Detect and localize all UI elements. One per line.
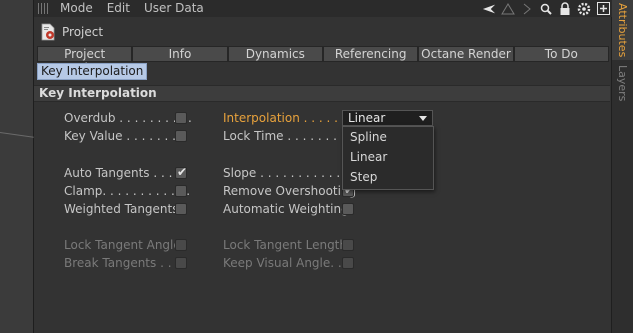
viewport-edge[interactable]	[0, 0, 34, 333]
side-tab-attributes-label: Attributes	[616, 2, 629, 58]
lock-icon[interactable]	[558, 1, 572, 16]
project-header: Project	[34, 20, 103, 44]
field-clamp: Clamp. . . . . . . . . . . .	[64, 183, 190, 199]
side-tab-strip: Attributes Layers	[612, 0, 633, 333]
field-key-value: Key Value . . . . . . . .	[64, 128, 184, 144]
menu-mode[interactable]: Mode	[60, 0, 93, 17]
side-tab-layers-label: Layers	[616, 64, 629, 102]
viewport-grid-line	[0, 132, 34, 138]
break-tangents-label: Break Tangents . . . .	[64, 256, 187, 270]
field-weighted-tangents: Weighted Tangents	[64, 201, 179, 217]
option-linear[interactable]: Linear	[343, 147, 433, 167]
weighted-tangents-checkbox[interactable]	[175, 203, 187, 215]
interpolation-value: Linear	[348, 111, 386, 125]
field-interpolation: Interpolation . . . . . . . .	[223, 110, 361, 126]
field-automatic-weighting: Automatic Weighting	[223, 201, 349, 217]
project-label: Project	[62, 25, 104, 39]
overdub-checkbox[interactable]	[175, 112, 187, 124]
toolbar-icons	[482, 0, 612, 17]
menubar: Mode Edit User Data	[34, 0, 612, 17]
arrow-up-icon[interactable]	[501, 2, 515, 16]
tab-project-settings[interactable]: Project Settings	[37, 46, 133, 75]
lock-tangent-lengths-checkbox[interactable]	[342, 239, 354, 251]
field-keep-visual-angle: Keep Visual Angle. . .	[223, 255, 349, 271]
tab-to-do[interactable]: To Do	[513, 46, 609, 62]
lock-tangent-lengths-label: Lock Tangent Lengths	[223, 238, 354, 252]
break-tangents-checkbox[interactable]	[175, 257, 187, 269]
auto-tangents-label: Auto Tangents . . . . .	[64, 166, 188, 180]
gear-icon[interactable]	[577, 2, 591, 16]
remove-overshooting-label: Remove Overshooting	[223, 184, 357, 198]
subtab-row: Key Interpolation	[37, 63, 148, 80]
menu-user-data[interactable]: User Data	[144, 0, 204, 17]
tab-octane-render[interactable]: Octane Render	[418, 46, 514, 62]
attribute-manager-panel: Mode Edit User Data Project Project Info…	[34, 0, 612, 333]
weighted-tangents-label: Weighted Tangents	[64, 202, 179, 216]
interpolation-options-menu: Spline Linear Step	[342, 126, 434, 190]
option-spline[interactable]: Spline	[343, 127, 433, 147]
automatic-weighting-checkbox[interactable]	[342, 203, 354, 215]
automatic-weighting-label: Automatic Weighting	[223, 202, 349, 216]
option-step[interactable]: Step	[343, 167, 433, 187]
subtab-key-interpolation[interactable]: Key Interpolation	[37, 63, 148, 80]
keep-visual-angle-checkbox[interactable]	[342, 257, 354, 269]
lock-tangent-angles-checkbox[interactable]	[175, 239, 187, 251]
clamp-checkbox[interactable]	[175, 185, 187, 197]
keep-visual-angle-label: Keep Visual Angle. . .	[223, 256, 350, 270]
arrow-right-icon[interactable]	[520, 2, 534, 16]
project-settings-icon	[40, 23, 56, 41]
tab-referencing[interactable]: Referencing	[322, 46, 419, 62]
tab-info[interactable]: Info	[132, 46, 228, 62]
section-header[interactable]: Key Interpolation	[34, 85, 610, 102]
chevron-down-icon	[419, 116, 427, 121]
side-tab-attributes[interactable]: Attributes	[612, 0, 633, 60]
key-value-checkbox[interactable]	[175, 130, 187, 142]
side-tab-layers[interactable]: Layers	[612, 62, 633, 104]
field-break-tangents: Break Tangents . . . .	[64, 255, 187, 271]
plus-icon[interactable]	[596, 2, 610, 16]
interpolation-label: Interpolation . . . . . . . .	[223, 111, 361, 125]
search-icon[interactable]	[539, 2, 553, 16]
arrow-left-icon[interactable]	[482, 2, 496, 16]
key-value-label: Key Value . . . . . . . .	[64, 129, 184, 143]
auto-tangents-checkbox[interactable]	[175, 165, 187, 179]
interpolation-dropdown[interactable]: Linear	[342, 110, 433, 126]
field-overdub: Overdub . . . . . . . . . .	[64, 110, 192, 126]
menu-edit[interactable]: Edit	[107, 0, 130, 17]
field-auto-tangents: Auto Tangents . . . . .	[64, 165, 188, 181]
tab-bar: Project Settings Info Dynamics Referenci…	[37, 46, 609, 75]
field-lock-tangent-angles: Lock Tangent Angles	[64, 237, 187, 253]
lock-tangent-angles-label: Lock Tangent Angles	[64, 238, 188, 252]
field-lock-tangent-lengths: Lock Tangent Lengths	[223, 237, 353, 253]
overdub-label: Overdub . . . . . . . . . .	[64, 111, 192, 125]
tab-dynamics[interactable]: Dynamics	[227, 46, 323, 62]
clamp-label: Clamp. . . . . . . . . . . .	[64, 184, 191, 198]
panel-grip-icon[interactable]	[38, 3, 48, 14]
field-remove-overshooting: Remove Overshooting	[223, 183, 356, 199]
